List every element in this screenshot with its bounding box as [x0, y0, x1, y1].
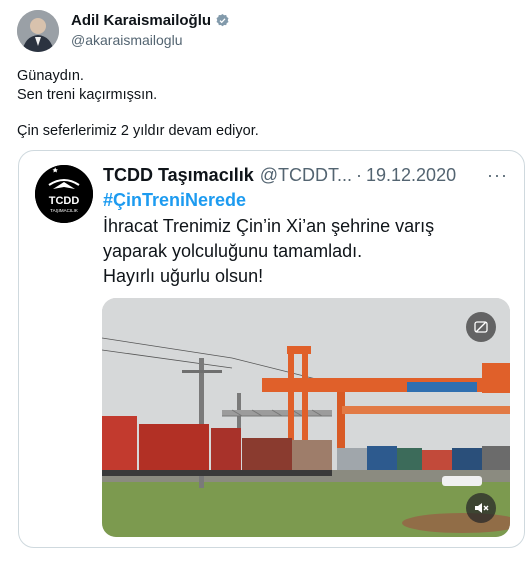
- author-handle[interactable]: @akaraismailoglu: [71, 32, 182, 48]
- author-name-row[interactable]: Adil Karaismailoğlu: [71, 12, 230, 29]
- tweet-line: Çin seferlerimiz 2 yıldır devam ediyor.: [17, 123, 259, 139]
- hashtag-link[interactable]: #ÇinTreniNerede: [103, 190, 246, 211]
- tweet-line: Günaydın.: [17, 68, 84, 84]
- quoted-author-handle[interactable]: @TCDDT...: [260, 165, 352, 186]
- quoted-header: TCDD Taşımacılık @TCDDT... · 19.12.2020: [103, 165, 456, 186]
- quoted-line: İhracat Trenimiz Çin’in Xi’an şehrine va…: [103, 216, 435, 236]
- separator-dot: ·: [356, 165, 362, 185]
- quoted-line: yaparak yolculuğunu tamamladı.: [103, 241, 363, 261]
- svg-text:TCDD: TCDD: [49, 195, 80, 207]
- quoted-author-avatar[interactable]: TCDD TAŞIMACILIK: [35, 165, 93, 223]
- svg-text:TAŞIMACILIK: TAŞIMACILIK: [50, 208, 78, 213]
- quoted-text: İhracat Trenimiz Çin’in Xi’an şehrine va…: [103, 214, 434, 289]
- verified-badge-icon: [216, 13, 229, 27]
- video-settings-icon[interactable]: [466, 312, 496, 342]
- author-avatar[interactable]: [17, 10, 59, 52]
- quoted-tweet-card[interactable]: TCDD TAŞIMACILIK TCDD Taşımacılık @TCDDT…: [18, 150, 525, 548]
- author-name[interactable]: Adil Karaismailoğlu: [71, 12, 211, 29]
- more-options-icon[interactable]: ···: [487, 165, 508, 186]
- tweet-line: Sen treni kaçırmışsın.: [17, 87, 158, 103]
- tweet-text: Günaydın. Sen treni kaçırmışsın. Çin sef…: [17, 67, 259, 141]
- train-terminal-image: [102, 298, 510, 537]
- quoted-author-name[interactable]: TCDD Taşımacılık: [103, 165, 254, 186]
- video-media[interactable]: [102, 298, 510, 537]
- mute-icon[interactable]: [466, 493, 496, 523]
- quoted-date[interactable]: 19.12.2020: [366, 165, 456, 186]
- quoted-line: Hayırlı uğurlu olsun!: [103, 266, 264, 286]
- tcdd-logo-icon: TCDD TAŞIMACILIK: [35, 165, 93, 223]
